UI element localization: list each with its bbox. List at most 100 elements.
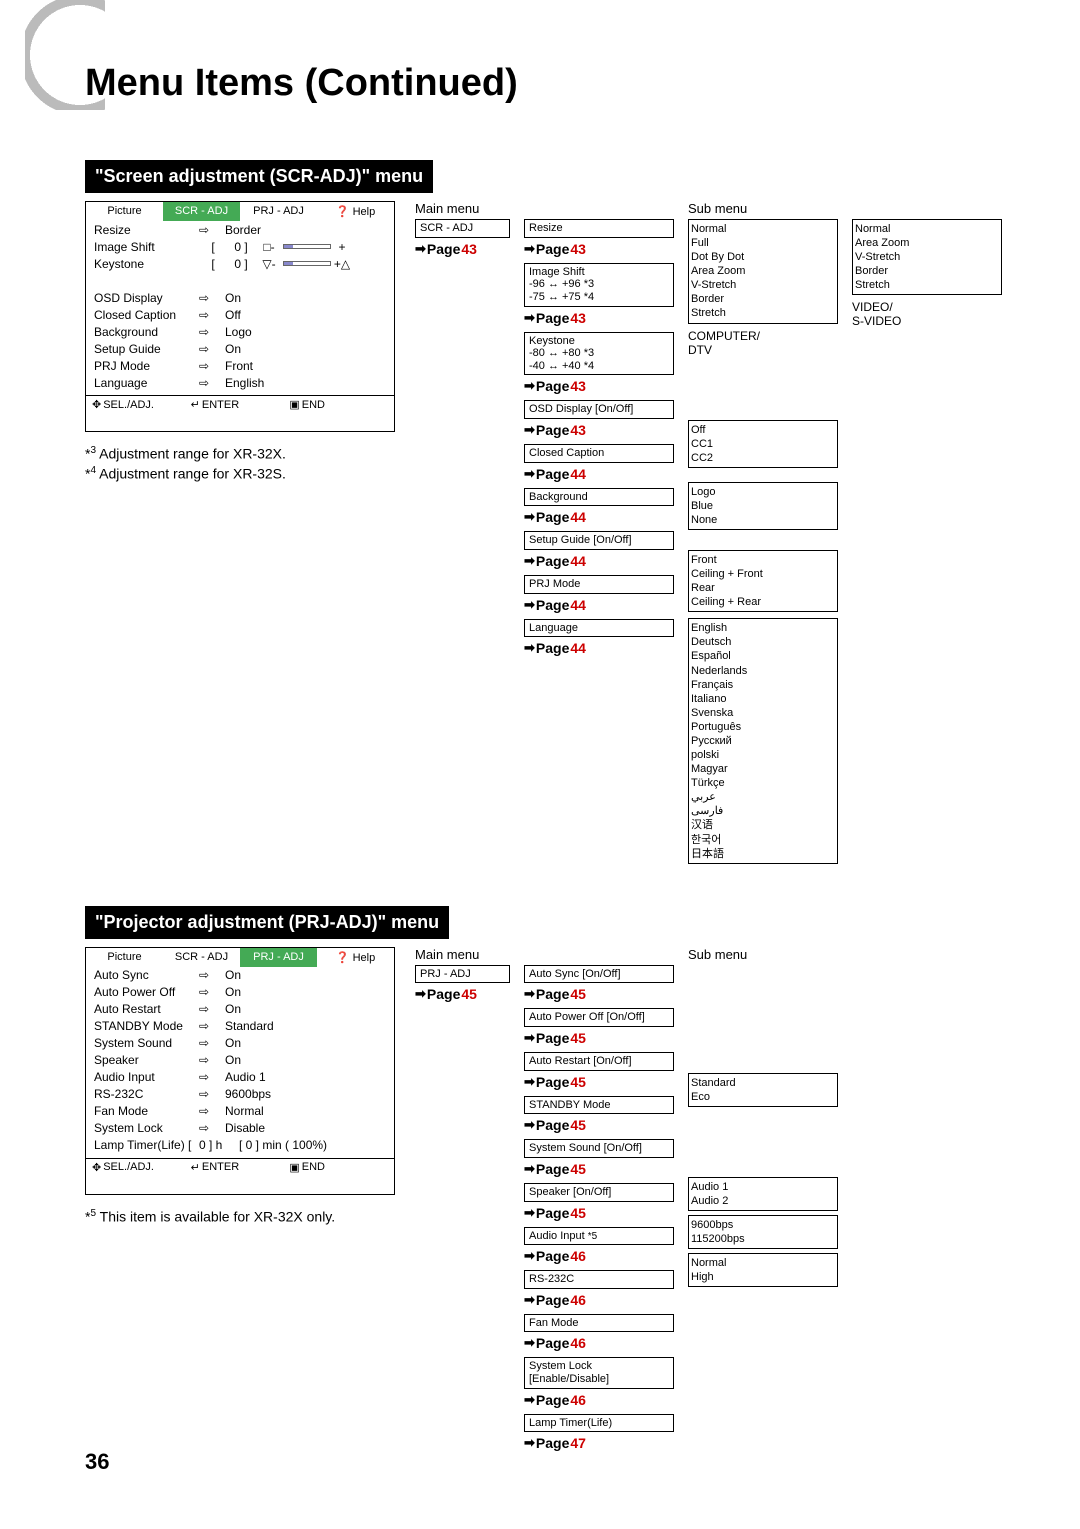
osd-row: Background⇨Logo bbox=[86, 323, 394, 340]
page-ref: ➡Page 44 bbox=[524, 553, 674, 569]
menu-box: Auto Restart [On/Off] bbox=[524, 1052, 674, 1071]
osd-row: PRJ Mode⇨Front bbox=[86, 357, 394, 374]
osd-row: Setup Guide⇨On bbox=[86, 340, 394, 357]
menu-box: Auto Power Off [On/Off] bbox=[524, 1008, 674, 1027]
tab-help: ❓ Help bbox=[317, 202, 394, 221]
sub-resize-computer: NormalFullDot By DotArea ZoomV-StretchBo… bbox=[688, 219, 838, 324]
osd-row: Resize⇨Border bbox=[86, 221, 394, 238]
tab-scr-adj: SCR - ADJ bbox=[163, 948, 240, 967]
page-ref: ➡Page 43 bbox=[524, 378, 674, 394]
osd-row: Image Shift[0 ]□-+ bbox=[86, 238, 394, 255]
page-ref: ➡Page 43 bbox=[524, 422, 674, 438]
page-ref: ➡Page 44 bbox=[524, 640, 674, 656]
page-ref: ➡Page 45 bbox=[524, 1117, 674, 1133]
menu-box: RS-232C bbox=[524, 1270, 674, 1289]
tab-help: ❓ Help bbox=[317, 948, 394, 967]
osd-row: Fan Mode⇨Normal bbox=[86, 1103, 394, 1120]
footer-end: ▣ END bbox=[289, 398, 388, 411]
footer-end: ▣ END bbox=[289, 1161, 388, 1174]
prj-note: *5 This item is available for XR-32X onl… bbox=[85, 1207, 395, 1227]
page-ref: ➡Page 45 bbox=[415, 986, 510, 1002]
sub-background: LogoBlueNone bbox=[688, 482, 838, 530]
osd-row: Speaker⇨On bbox=[86, 1052, 394, 1069]
footer-sel: ✥ SEL./ADJ. bbox=[92, 1161, 191, 1174]
menu-box: System Sound [On/Off] bbox=[524, 1139, 674, 1158]
menu-box: STANDBY Mode bbox=[524, 1096, 674, 1115]
page-title: Menu Items (Continued) bbox=[85, 62, 1010, 105]
label-video-svideo: VIDEO/ S-VIDEO bbox=[852, 300, 1002, 328]
menu-box: Setup Guide [On/Off] bbox=[524, 531, 674, 550]
scr-osd-panel: Picture SCR - ADJ PRJ - ADJ ❓ Help Resiz… bbox=[85, 201, 395, 432]
page-ref: ➡Page 46 bbox=[524, 1292, 674, 1308]
menu-box: Closed Caption bbox=[524, 444, 674, 463]
osd-row: Audio Input⇨Audio 1 bbox=[86, 1069, 394, 1086]
menu-box: Resize bbox=[524, 219, 674, 238]
page-ref: ➡Page 46 bbox=[524, 1248, 674, 1264]
page-ref: ➡Page 45 bbox=[524, 1074, 674, 1090]
osd-row: System Lock⇨Disable bbox=[86, 1120, 394, 1137]
menu-box: Keystone -80 ↔ +80 *3 -40 ↔ +40 *4 bbox=[524, 332, 674, 376]
osd-row: System Sound⇨On bbox=[86, 1035, 394, 1052]
page-ref: ➡Page 43 bbox=[415, 241, 510, 257]
osd-row: Auto Sync⇨On bbox=[86, 967, 394, 984]
tab-picture: Picture bbox=[86, 948, 163, 967]
menu-box: Speaker [On/Off] bbox=[524, 1183, 674, 1202]
sub-closed-caption: OffCC1CC2 bbox=[688, 420, 838, 468]
page-ref: ➡Page 44 bbox=[524, 466, 674, 482]
footer-enter: ↵ ENTER bbox=[191, 398, 290, 411]
sub-language: EnglishDeutschEspañolNederlandsFrançaisI… bbox=[688, 618, 838, 863]
page-ref: ➡Page 43 bbox=[524, 241, 674, 257]
osd-row: OSD Display⇨On bbox=[86, 289, 394, 306]
page-ref: ➡Page 45 bbox=[524, 1205, 674, 1221]
osd-row: Lamp Timer(Life) [0 ] h[ 0 ] min ( 100%) bbox=[86, 1137, 394, 1154]
main-scr-adj: SCR - ADJ bbox=[415, 219, 510, 238]
sub-prj-mode: FrontCeiling + FrontRearCeiling + Rear bbox=[688, 550, 838, 612]
menu-box: OSD Display [On/Off] bbox=[524, 400, 674, 419]
page-ref: ➡Page 45 bbox=[524, 1161, 674, 1177]
page-ref: ➡Page 44 bbox=[524, 597, 674, 613]
page-number: 36 bbox=[85, 1449, 109, 1475]
menu-box: Image Shift -96 ↔ +96 *3 -75 ↔ +75 *4 bbox=[524, 263, 674, 307]
tab-scr-adj: SCR - ADJ bbox=[163, 202, 240, 221]
tab-picture: Picture bbox=[86, 202, 163, 221]
page-ref: ➡Page 45 bbox=[524, 986, 674, 1002]
footer-enter: ↵ ENTER bbox=[191, 1161, 290, 1174]
menu-box: PRJ Mode bbox=[524, 575, 674, 594]
menu-box: Lamp Timer(Life) bbox=[524, 1414, 674, 1433]
menu-box: Language bbox=[524, 619, 674, 638]
sub-rs232c: 9600bps115200bps bbox=[688, 1215, 838, 1249]
osd-row: RS-232C⇨9600bps bbox=[86, 1086, 394, 1103]
menu-box: Auto Sync [On/Off] bbox=[524, 965, 674, 984]
menu-box: Audio Input *5 bbox=[524, 1227, 674, 1246]
footer-sel: ✥ SEL./ADJ. bbox=[92, 398, 191, 411]
main-menu-header: Main menu bbox=[415, 201, 510, 219]
menu-box: Fan Mode bbox=[524, 1314, 674, 1333]
page-ref: ➡Page 46 bbox=[524, 1392, 674, 1408]
sub-menu-header: Sub menu bbox=[688, 201, 838, 219]
page-ref: ➡Page 44 bbox=[524, 509, 674, 525]
page-ref: ➡Page 47 bbox=[524, 1435, 674, 1451]
tab-prj-adj: PRJ - ADJ bbox=[240, 202, 317, 221]
menu-box: System Lock [Enable/Disable] bbox=[524, 1357, 674, 1388]
page-ref: ➡Page 45 bbox=[524, 1030, 674, 1046]
scr-heading: "Screen adjustment (SCR-ADJ)" menu bbox=[85, 160, 433, 193]
menu-box: Background bbox=[524, 488, 674, 507]
osd-row: Closed Caption⇨Off bbox=[86, 306, 394, 323]
osd-row: Language⇨English bbox=[86, 374, 394, 391]
main-menu-header: Main menu bbox=[415, 947, 510, 965]
osd-row bbox=[86, 272, 394, 289]
sub-menu-header: Sub menu bbox=[688, 947, 838, 965]
prj-heading: "Projector adjustment (PRJ-ADJ)" menu bbox=[85, 906, 449, 939]
sub-resize-video: NormalArea ZoomV-StretchBorderStretch bbox=[852, 219, 1002, 295]
tab-prj-adj: PRJ - ADJ bbox=[240, 948, 317, 967]
osd-row: Auto Restart⇨On bbox=[86, 1001, 394, 1018]
prj-osd-panel: Picture SCR - ADJ PRJ - ADJ ❓ Help Auto … bbox=[85, 947, 395, 1195]
osd-row: STANDBY Mode⇨Standard bbox=[86, 1018, 394, 1035]
main-prj-adj: PRJ - ADJ bbox=[415, 965, 510, 984]
page-ref: ➡Page 46 bbox=[524, 1335, 674, 1351]
sub-fan: NormalHigh bbox=[688, 1253, 838, 1287]
scr-notes: *3 Adjustment range for XR-32X. *4 Adjus… bbox=[85, 444, 395, 483]
osd-row: Keystone[0 ]▽-+△ bbox=[86, 255, 394, 272]
sub-audio: Audio 1Audio 2 bbox=[688, 1177, 838, 1211]
page-ref: ➡Page 43 bbox=[524, 310, 674, 326]
